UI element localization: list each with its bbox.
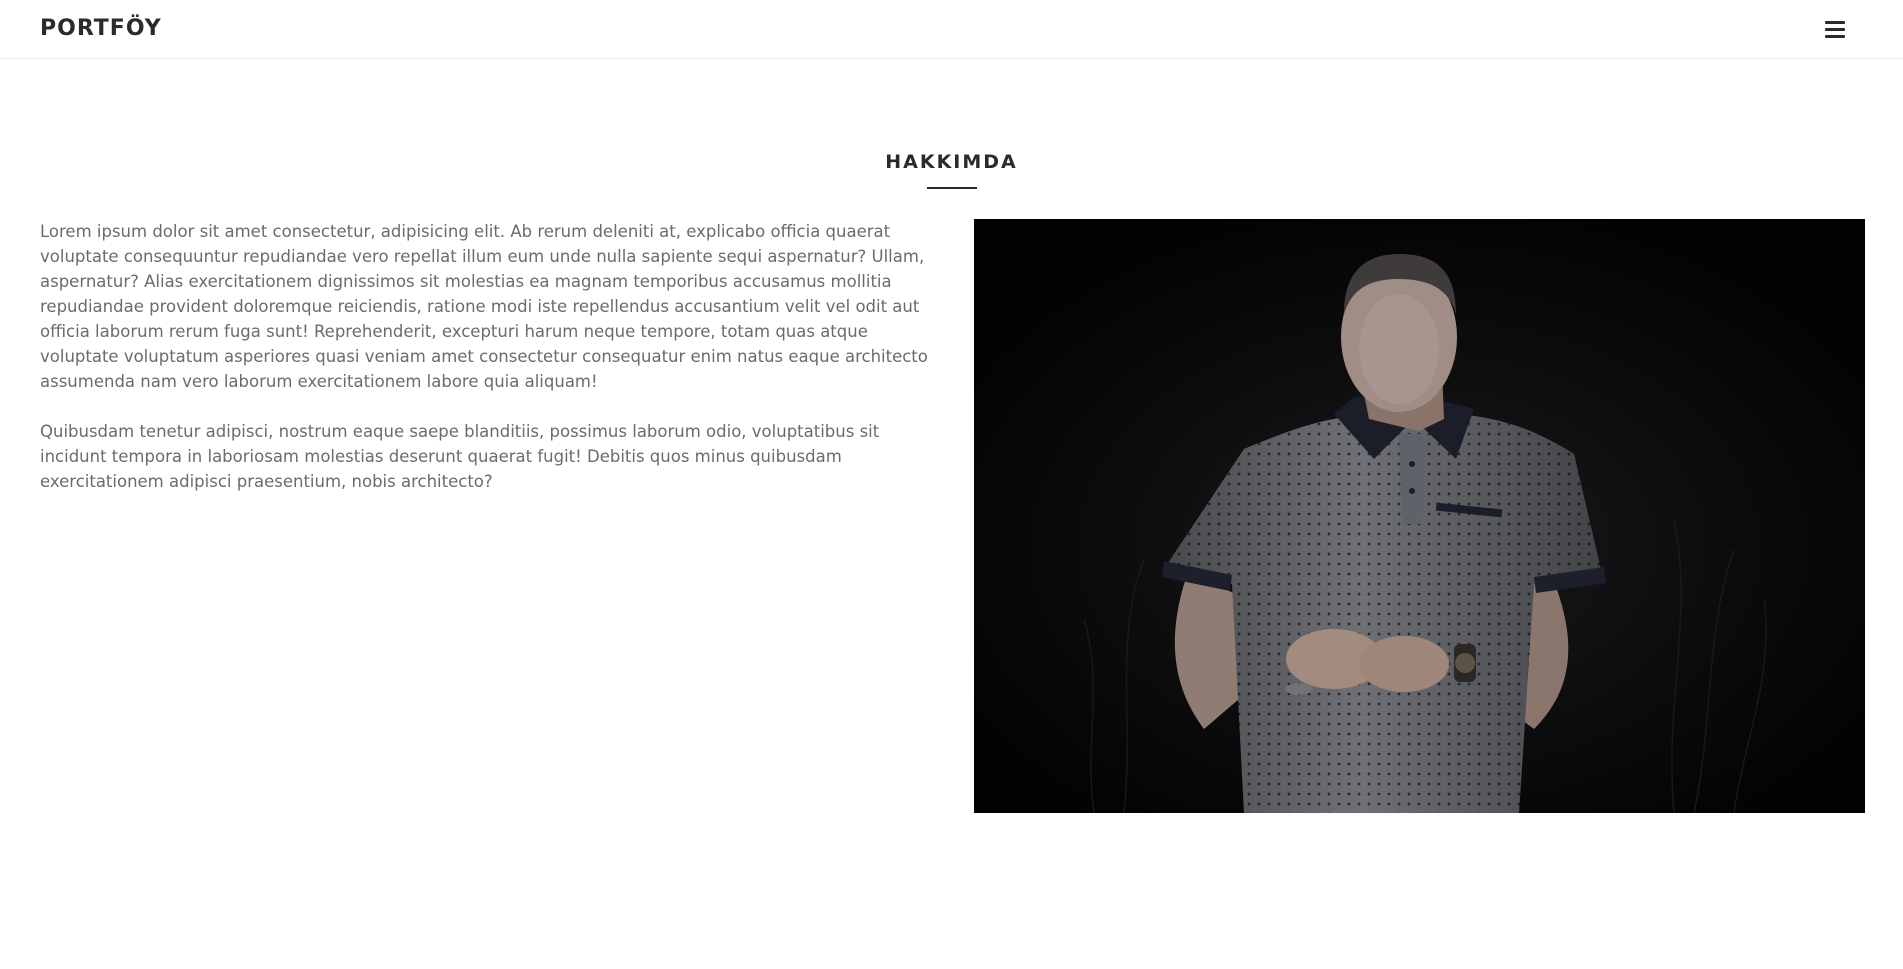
navbar: PORTFÖY: [0, 0, 1903, 59]
about-text: Lorem ipsum dolor sit amet consectetur, …: [40, 219, 940, 519]
title-underline: [927, 187, 977, 189]
hamburger-menu-icon[interactable]: [1822, 19, 1848, 41]
profile-photo: [974, 219, 1865, 813]
section-title: HAKKIMDA: [885, 151, 1018, 173]
about-paragraph-2: Quibusdam tenetur adipisci, nostrum eaqu…: [40, 422, 880, 491]
brand-logo[interactable]: PORTFÖY: [40, 16, 162, 41]
about-paragraph-1: Lorem ipsum dolor sit amet consectetur, …: [40, 222, 928, 391]
